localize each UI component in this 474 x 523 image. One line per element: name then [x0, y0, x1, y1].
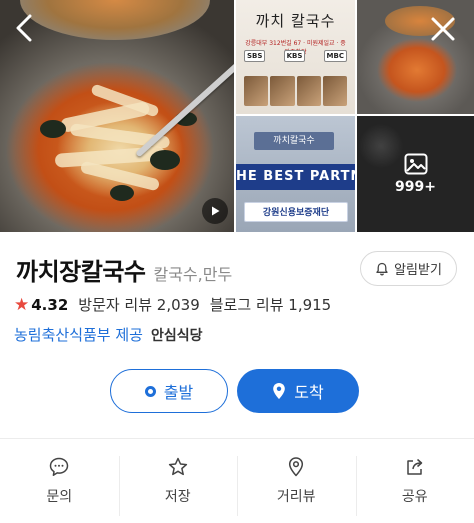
source-link[interactable]: 농림축산식품부 제공	[14, 324, 143, 345]
back-button[interactable]	[6, 10, 42, 46]
sign-title: 까치 칼국수	[255, 12, 336, 30]
source-row: 농림축산식품부 제공 안심식당	[14, 324, 203, 345]
photo-seaweed	[150, 150, 180, 170]
image-icon	[404, 153, 427, 175]
safe-restaurant-badge: 안심식당	[150, 327, 203, 344]
notify-button[interactable]: 알림받기	[360, 251, 457, 286]
location-pin-icon	[273, 383, 286, 399]
photo-seaweed	[110, 185, 134, 201]
sign-photo[interactable]: 까치 칼국수 강릉대부 312번길 67 · 미원제일교 · 중앙주차장 SBS…	[236, 0, 355, 114]
save-button[interactable]: 저장	[118, 448, 238, 518]
sign-logo: KBS	[283, 50, 306, 62]
building-banner: HE BEST PARTNE	[236, 164, 355, 190]
street-view-button[interactable]: 거리뷰	[237, 448, 356, 518]
map-pin-outline-icon	[289, 457, 304, 477]
arrive-label: 도착	[294, 383, 324, 402]
save-label: 저장	[164, 489, 191, 505]
title-row: 까치장칼국수 칼국수,만두	[16, 252, 232, 287]
chat-bubble-icon	[50, 457, 69, 476]
inquiry-button[interactable]: 문의	[0, 448, 119, 518]
more-photos-button[interactable]: 999+	[357, 116, 474, 232]
sign-logo: MBC	[323, 50, 347, 62]
street-view-label: 거리뷰	[276, 489, 316, 505]
visitor-reviews-link[interactable]: 방문자 리뷰 2,039	[78, 294, 199, 315]
close-button[interactable]	[424, 10, 462, 48]
play-icon	[212, 206, 220, 216]
route-buttons: 출발 도착	[0, 369, 474, 415]
play-video-button[interactable]	[202, 198, 228, 224]
star-outline-icon	[168, 457, 187, 476]
origin-icon	[144, 385, 156, 397]
place-name: 까치장칼국수	[16, 258, 146, 286]
photo-noodle	[54, 146, 166, 168]
star-icon: ★	[14, 294, 30, 315]
sign-logo: SBS	[244, 50, 266, 62]
share-button[interactable]: 공유	[355, 448, 474, 518]
blog-reviews-link[interactable]: 블로그 리뷰 1,915	[210, 294, 331, 315]
photo-bowl-shape	[20, 0, 210, 40]
chevron-left-icon	[16, 14, 32, 42]
depart-label: 출발	[163, 383, 194, 402]
stats-row: ★ 4.32 방문자 리뷰 2,039 블로그 리뷰 1,915	[14, 294, 341, 315]
building-bank-sign: 강원신용보증재단	[244, 202, 348, 222]
rating-value: 4.32	[31, 295, 69, 314]
inquiry-label: 문의	[46, 489, 73, 505]
depart-button[interactable]: 출발	[110, 369, 228, 413]
notify-label: 알림받기	[394, 263, 442, 278]
action-bar: 문의 저장 거리뷰 공유	[0, 448, 474, 518]
photo-gallery: 까치 칼국수 강릉대부 312번길 67 · 미원제일교 · 중앙주차장 SBS…	[0, 0, 474, 232]
close-icon	[431, 17, 455, 41]
divider	[0, 438, 474, 439]
sign-thumbnails	[244, 76, 347, 106]
arrive-button[interactable]: 도착	[237, 369, 359, 413]
building-plate: 까치칼국수	[254, 132, 334, 150]
share-icon	[407, 458, 422, 475]
storefront-photo[interactable]: 까치칼국수 HE BEST PARTNE 강원신용보증재단	[236, 116, 355, 232]
photo-seaweed	[40, 120, 66, 138]
place-category: 칼국수,만두	[153, 265, 233, 284]
sign-logos: SBS KBS MBC	[244, 50, 347, 62]
bell-icon	[376, 262, 388, 275]
share-label: 공유	[401, 489, 428, 505]
more-photos-count: 999+	[395, 179, 436, 195]
